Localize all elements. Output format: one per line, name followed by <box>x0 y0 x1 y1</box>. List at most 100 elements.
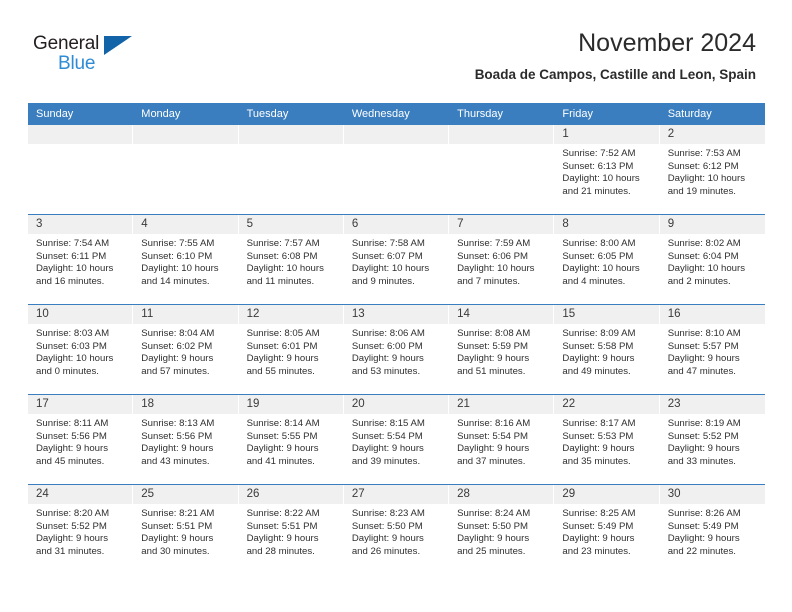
daylight-text-line1: Daylight: 9 hours <box>562 533 635 545</box>
day-details: Sunrise: 8:03 AM Sunset: 6:03 PM Daylight:… <box>28 324 133 378</box>
day-cell: 6 Sunrise: 7:58 AM Sunset: 6:07 PM Daylight… <box>343 214 450 305</box>
daylight-text-line2: and 41 minutes. <box>246 455 315 467</box>
day-details: Sunrise: 8:14 AM Sunset: 5:55 PM Daylight:… <box>239 414 344 468</box>
daylight-text-line1: Daylight: 9 hours <box>562 443 635 455</box>
day-details: Sunrise: 7:54 AM Sunset: 6:11 PM Daylight:… <box>28 234 133 288</box>
day-cell: 15 Sunrise: 8:09 AM Sunset: 5:58 PM Dayligh… <box>554 304 660 395</box>
day-details: Sunrise: 8:02 AM Sunset: 6:04 PM Daylight:… <box>660 234 765 288</box>
daylight-text-line2: and 55 minutes. <box>246 365 315 377</box>
day-number: 3 <box>28 215 134 234</box>
sunset-text: Sunset: 6:01 PM <box>246 340 318 352</box>
day-number: 1 <box>554 125 660 144</box>
day-number: 19 <box>238 395 344 414</box>
sunset-text: Sunset: 5:50 PM <box>457 520 529 532</box>
day-cell: 28 Sunrise: 8:24 AM Sunset: 5:50 PM Dayligh… <box>449 484 555 574</box>
day-cell: 20 Sunrise: 8:15 AM Sunset: 5:54 PM Dayligh… <box>343 394 450 485</box>
daylight-text-line1: Daylight: 10 hours <box>36 263 114 275</box>
sunset-text: Sunset: 6:03 PM <box>36 340 107 352</box>
daylight-text-line1: Daylight: 9 hours <box>667 443 740 455</box>
day-cell: 9 Sunrise: 8:02 AM Sunset: 6:04 PM Daylight… <box>659 214 765 305</box>
daylight-text-line1: Daylight: 10 hours <box>562 173 640 185</box>
day-number: 4 <box>133 215 239 234</box>
daylight-text-line2: and 43 minutes. <box>141 455 210 467</box>
day-number <box>28 125 134 144</box>
sunrise-text: Sunrise: 7:57 AM <box>246 238 320 249</box>
sunset-text: Sunset: 6:04 PM <box>667 250 739 262</box>
day-number: 21 <box>449 395 555 414</box>
weekday-header-thursday: Thursday <box>449 103 555 125</box>
daylight-text-line2: and 39 minutes. <box>351 455 421 467</box>
day-details: Sunrise: 8:00 AM Sunset: 6:05 PM Daylight:… <box>554 234 659 288</box>
day-number: 14 <box>449 305 555 324</box>
generalblue-logo[interactable]: General Blue <box>33 33 163 81</box>
weekday-header-wednesday: Wednesday <box>343 103 450 125</box>
day-cell: 14 Sunrise: 8:08 AM Sunset: 5:59 PM Dayligh… <box>449 304 555 395</box>
sunrise-text: Sunrise: 8:09 AM <box>562 328 636 339</box>
sunset-text: Sunset: 6:06 PM <box>457 250 529 262</box>
daylight-text-line1: Daylight: 9 hours <box>246 353 319 365</box>
calendar-grid: Sunday Monday Tuesday Wednesday Thursday… <box>28 103 765 574</box>
day-details: Sunrise: 8:05 AM Sunset: 6:01 PM Daylight:… <box>239 324 344 378</box>
daylight-text-line2: and 22 minutes. <box>667 545 736 557</box>
weekday-header-sunday: Sunday <box>28 103 134 125</box>
sunrise-text: Sunrise: 7:53 AM <box>667 148 741 159</box>
day-number: 11 <box>133 305 239 324</box>
sunrise-text: Sunrise: 7:54 AM <box>36 238 110 249</box>
weekday-header-friday: Friday <box>554 103 660 125</box>
sunrise-text: Sunrise: 8:02 AM <box>667 238 741 249</box>
day-details <box>449 144 554 148</box>
sunset-text: Sunset: 5:49 PM <box>562 520 634 532</box>
sunset-text: Sunset: 6:05 PM <box>562 250 634 262</box>
day-details: Sunrise: 8:26 AM Sunset: 5:49 PM Daylight:… <box>660 504 765 558</box>
day-details: Sunrise: 8:24 AM Sunset: 5:50 PM Daylight:… <box>449 504 554 558</box>
sunrise-text: Sunrise: 7:59 AM <box>457 238 531 249</box>
day-number <box>343 125 450 144</box>
sunrise-text: Sunrise: 8:25 AM <box>562 508 636 519</box>
sunrise-text: Sunrise: 8:11 AM <box>36 418 109 429</box>
daylight-text-line2: and 14 minutes. <box>141 275 210 287</box>
day-cell: 22 Sunrise: 8:17 AM Sunset: 5:53 PM Dayligh… <box>554 394 660 485</box>
day-details: Sunrise: 8:13 AM Sunset: 5:56 PM Daylight:… <box>133 414 238 468</box>
day-cell <box>449 125 555 215</box>
day-number: 8 <box>554 215 660 234</box>
day-details: Sunrise: 8:15 AM Sunset: 5:54 PM Daylight:… <box>344 414 449 468</box>
sunrise-text: Sunrise: 8:20 AM <box>36 508 110 519</box>
weekday-header-row: Sunday Monday Tuesday Wednesday Thursday… <box>28 103 765 125</box>
day-number: 27 <box>343 485 450 504</box>
daylight-text-line2: and 28 minutes. <box>246 545 315 557</box>
daylight-text-line1: Daylight: 9 hours <box>246 533 319 545</box>
sunset-text: Sunset: 6:13 PM <box>562 160 634 172</box>
daylight-text-line2: and 49 minutes. <box>562 365 631 377</box>
day-cell: 13 Sunrise: 8:06 AM Sunset: 6:00 PM Dayligh… <box>343 304 450 395</box>
sunset-text: Sunset: 6:12 PM <box>667 160 739 172</box>
sunrise-text: Sunrise: 8:24 AM <box>457 508 531 519</box>
sunset-text: Sunset: 5:53 PM <box>562 430 634 442</box>
day-cell: 30 Sunrise: 8:26 AM Sunset: 5:49 PM Dayligh… <box>659 484 765 574</box>
sunrise-text: Sunrise: 8:17 AM <box>562 418 636 429</box>
day-number: 16 <box>659 305 765 324</box>
location-subtitle: Boada de Campos, Castille and Leon, Spai… <box>474 67 756 82</box>
day-number: 18 <box>133 395 239 414</box>
daylight-text-line1: Daylight: 10 hours <box>36 353 114 365</box>
sunset-text: Sunset: 6:02 PM <box>141 340 213 352</box>
sunrise-text: Sunrise: 8:00 AM <box>562 238 636 249</box>
day-cell: 29 Sunrise: 8:25 AM Sunset: 5:49 PM Dayligh… <box>554 484 660 574</box>
daylight-text-line2: and 30 minutes. <box>141 545 210 557</box>
sunset-text: Sunset: 5:58 PM <box>562 340 634 352</box>
sunrise-text: Sunrise: 7:55 AM <box>141 238 215 249</box>
daylight-text-line2: and 16 minutes. <box>36 275 105 287</box>
daylight-text-line2: and 37 minutes. <box>457 455 526 467</box>
calendar-body: 1 Sunrise: 7:52 AM Sunset: 6:13 PM Daylight… <box>28 125 765 574</box>
daylight-text-line1: Daylight: 9 hours <box>457 443 530 455</box>
sunrise-text: Sunrise: 8:03 AM <box>36 328 110 339</box>
day-details: Sunrise: 8:20 AM Sunset: 5:52 PM Daylight:… <box>28 504 133 558</box>
day-number: 13 <box>343 305 450 324</box>
day-details <box>133 144 238 148</box>
daylight-text-line1: Daylight: 9 hours <box>667 353 740 365</box>
page-header: General Blue November 2024 Boada de Camp… <box>0 0 792 100</box>
daylight-text-line2: and 45 minutes. <box>36 455 105 467</box>
day-number: 12 <box>238 305 344 324</box>
sunrise-text: Sunrise: 8:23 AM <box>351 508 425 519</box>
day-cell: 21 Sunrise: 8:16 AM Sunset: 5:54 PM Dayligh… <box>449 394 555 485</box>
day-details: Sunrise: 8:09 AM Sunset: 5:58 PM Daylight:… <box>554 324 659 378</box>
